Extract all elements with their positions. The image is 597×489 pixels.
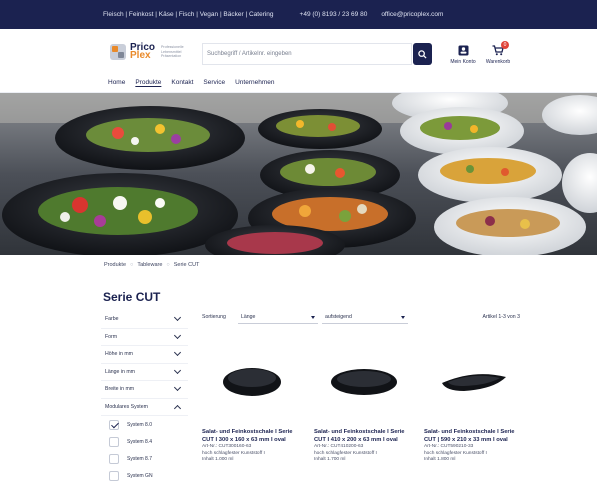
product-image[interactable] bbox=[314, 338, 414, 424]
product-card[interactable]: Salat- und Feinkostschale I Serie CUT | … bbox=[424, 338, 524, 464]
chevron-down-icon bbox=[173, 349, 182, 357]
product-title[interactable]: Salat- und Feinkostschale I Serie CUT I … bbox=[314, 428, 414, 444]
breadcrumb-separator-icon: ○ bbox=[130, 262, 134, 268]
logo-mark-icon bbox=[110, 44, 126, 60]
main-nav: Home Produkte Kontakt Service Unternehme… bbox=[108, 79, 285, 86]
sort-field-select[interactable]: Länge bbox=[238, 311, 318, 324]
search-bar: Suchbegriff / Artikelnr. eingeben bbox=[202, 43, 432, 65]
dropdown-arrow-icon bbox=[311, 316, 315, 319]
sort-order-select[interactable]: aufsteigend bbox=[322, 311, 408, 324]
filter-form[interactable]: Form bbox=[101, 329, 188, 346]
result-count: Artikel 1-3 von 3 bbox=[482, 314, 520, 320]
breadcrumb-produkte[interactable]: Produkte bbox=[104, 262, 126, 268]
product-content: Inhalt 1.000 ml bbox=[202, 457, 234, 463]
site-header: Prico Plex Professionelle Lebensmittel P… bbox=[0, 29, 597, 93]
cart-button[interactable]: 0 Warenkorb bbox=[482, 41, 514, 65]
white-bowl bbox=[434, 197, 586, 255]
checkbox-checked[interactable] bbox=[109, 419, 119, 430]
email-link[interactable]: office@pricoplex.com bbox=[381, 11, 443, 18]
hero-image bbox=[0, 93, 597, 255]
black-bowl bbox=[55, 106, 245, 170]
chevron-down-icon bbox=[173, 384, 182, 392]
chevron-up-icon bbox=[173, 404, 182, 412]
search-button[interactable] bbox=[413, 43, 432, 65]
filter-option-system-8-0[interactable]: System 8.0 bbox=[101, 416, 188, 433]
user-icon bbox=[458, 45, 468, 55]
filter-hoehe[interactable]: Höhe in mm bbox=[101, 346, 188, 364]
logo-name-plex: Plex bbox=[130, 50, 151, 61]
filter-farbe[interactable]: Farbe bbox=[101, 311, 188, 329]
white-bowl bbox=[418, 147, 562, 203]
nav-produkte[interactable]: Produkte bbox=[135, 79, 161, 86]
product-title[interactable]: Salat- und Feinkostschale I Serie CUT I … bbox=[202, 428, 302, 444]
phone-number[interactable]: +49 (0) 8193 / 23 69 80 bbox=[300, 11, 368, 18]
search-input[interactable]: Suchbegriff / Artikelnr. eingeben bbox=[202, 43, 412, 65]
checkbox[interactable] bbox=[109, 470, 119, 481]
filter-breite[interactable]: Breite in mm bbox=[101, 381, 188, 399]
black-bowl bbox=[258, 109, 382, 149]
product-image[interactable] bbox=[424, 338, 524, 424]
checkbox[interactable] bbox=[109, 436, 119, 447]
black-bowl bbox=[2, 173, 238, 255]
product-image[interactable] bbox=[202, 338, 302, 424]
chevron-down-icon bbox=[173, 314, 182, 322]
nav-unternehmen[interactable]: Unternehmen bbox=[235, 79, 274, 86]
nav-service[interactable]: Service bbox=[203, 79, 225, 86]
dropdown-arrow-icon bbox=[401, 316, 405, 319]
logo-tagline: Professionelle Lebensmittel Präsentation bbox=[161, 45, 184, 59]
product-article-number: Art-Nr.: CUT410200-63 bbox=[314, 444, 364, 449]
account-label: Mein Konto bbox=[450, 59, 476, 65]
filter-option-system-gn[interactable]: System GN bbox=[101, 467, 188, 484]
filter-laenge[interactable]: Länge in mm bbox=[101, 364, 188, 381]
chevron-down-icon bbox=[173, 366, 182, 374]
category-links[interactable]: Fleisch | Feinkost | Käse | Fisch | Vega… bbox=[103, 11, 274, 18]
cart-label: Warenkorb bbox=[485, 59, 511, 65]
product-content: Inhalt 1.800 ml bbox=[424, 457, 456, 463]
product-title[interactable]: Salat- und Feinkostschale I Serie CUT | … bbox=[424, 428, 524, 444]
checkbox[interactable] bbox=[109, 453, 119, 464]
product-article-number: Art-Nr.: CUT590210-33 bbox=[424, 444, 474, 449]
logo[interactable]: Prico Plex Professionelle Lebensmittel P… bbox=[110, 43, 195, 61]
page-title: Serie CUT bbox=[103, 290, 161, 304]
top-info-bar: Fleisch | Feinkost | Käse | Fisch | Vega… bbox=[0, 0, 597, 29]
filter-option-system-8-4[interactable]: System 8.4 bbox=[101, 433, 188, 450]
product-card[interactable]: Salat- und Feinkostschale I Serie CUT I … bbox=[314, 338, 414, 464]
nav-kontakt[interactable]: Kontakt bbox=[171, 79, 193, 86]
product-content: Inhalt 1.700 ml bbox=[314, 457, 346, 463]
search-icon bbox=[418, 49, 427, 59]
sort-label: Sortierung bbox=[202, 314, 226, 320]
cart-count-badge: 0 bbox=[501, 41, 509, 49]
product-article-number: Art-Nr.: CUT300160-63 bbox=[202, 444, 252, 449]
filter-sidebar: Farbe Form Höhe in mm Länge in mm Breite… bbox=[101, 311, 188, 484]
product-card[interactable]: Salat- und Feinkostschale I Serie CUT I … bbox=[202, 338, 302, 464]
sort-toolbar: Sortierung Länge aufsteigend Artikel 1-3… bbox=[202, 311, 520, 325]
breadcrumb-tableware[interactable]: Tableware bbox=[137, 262, 162, 268]
chevron-down-icon bbox=[173, 331, 182, 339]
breadcrumb-serie-cut: Serie CUT bbox=[173, 262, 200, 268]
breadcrumb: Produkte ○ Tableware ○ Serie CUT bbox=[104, 262, 199, 268]
filter-modulares-system[interactable]: Modulares System bbox=[101, 399, 188, 416]
breadcrumb-separator-icon: ○ bbox=[166, 262, 170, 268]
filter-option-system-8-7[interactable]: System 8.7 bbox=[101, 450, 188, 467]
nav-home[interactable]: Home bbox=[108, 79, 125, 86]
account-button[interactable]: Mein Konto bbox=[447, 43, 479, 65]
